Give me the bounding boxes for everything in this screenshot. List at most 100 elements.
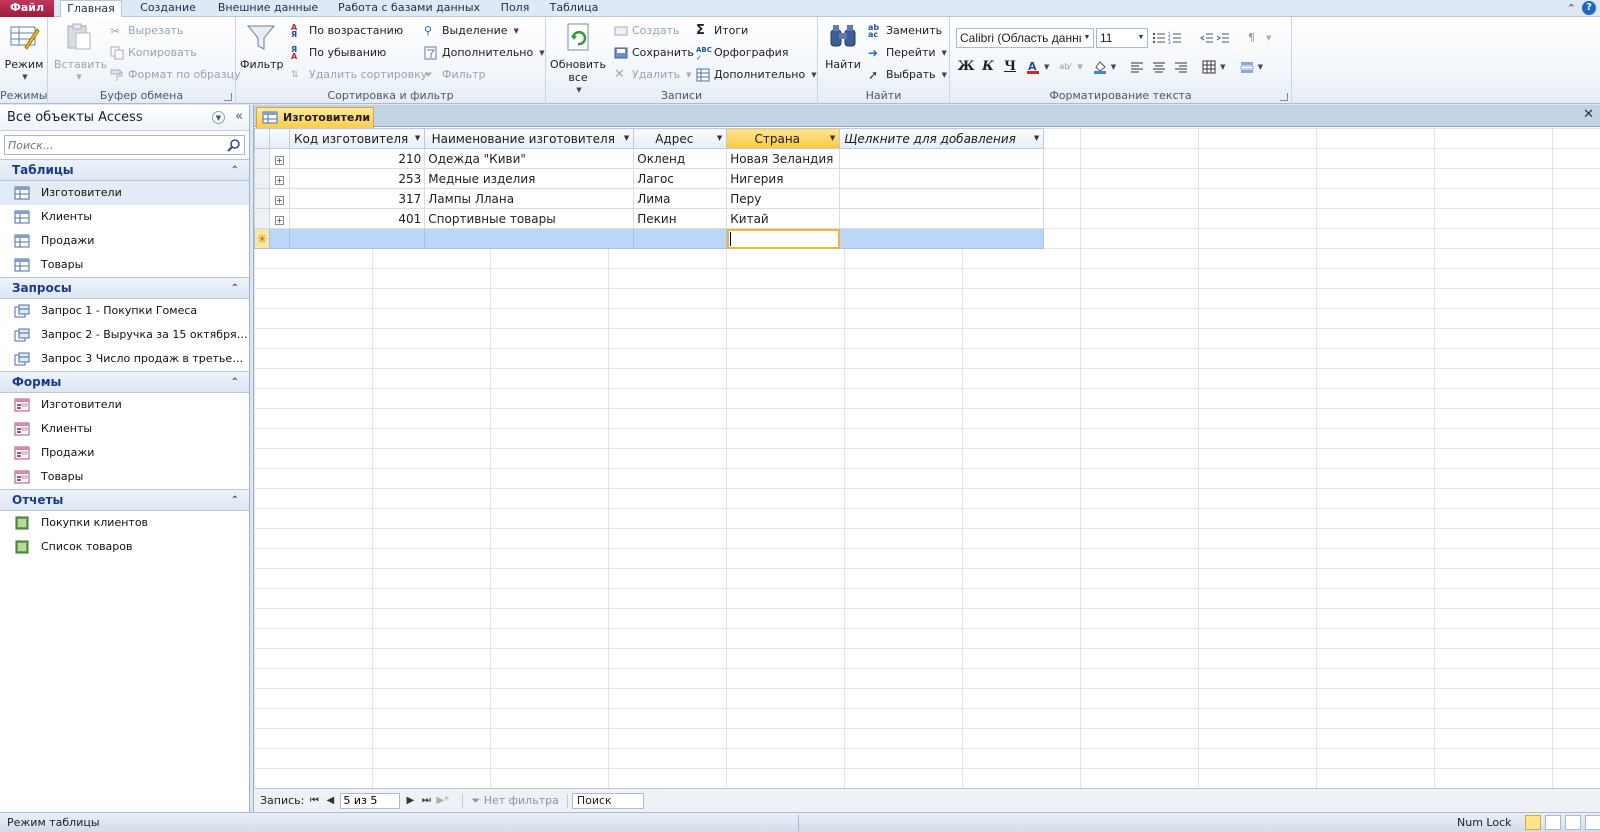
cell-country-focused[interactable] [726, 228, 841, 249]
gridlines-icon[interactable] [1202, 60, 1216, 74]
nav-item-table-manufacturers[interactable]: Изготовители [0, 181, 249, 205]
collapse-section-icon[interactable]: ⌃ [231, 372, 239, 393]
cell-address[interactable]: Лима [633, 188, 728, 209]
chevron-down-icon[interactable]: ▼ [415, 134, 420, 142]
new-record-selector[interactable]: ✳ [254, 228, 270, 249]
nav-item-table-products[interactable]: Товары [0, 253, 249, 277]
refresh-all-button[interactable]: Обновить все ▼ [550, 21, 606, 97]
datasheet-view-icon[interactable] [1525, 815, 1541, 830]
italic-button[interactable]: К [978, 57, 998, 77]
column-header-address[interactable]: Адрес ▼ [633, 128, 728, 149]
row-selector[interactable] [254, 148, 270, 169]
nav-section-tables[interactable]: Таблицы ⌃ [0, 159, 249, 181]
cell-empty[interactable] [839, 228, 1045, 249]
replace-button[interactable]: ab ac Заменить [868, 21, 942, 41]
cell-code[interactable]: 317 [288, 188, 426, 209]
more-records-button[interactable]: Дополнительно ▼ [696, 65, 817, 85]
selection-button[interactable]: ⚲ Выделение ▼ [424, 21, 519, 41]
nav-search-input[interactable] [5, 136, 220, 154]
font-size-combo[interactable]: 11 ▼ [1096, 28, 1148, 48]
collapse-section-icon[interactable]: ⌃ [231, 490, 239, 511]
collapse-pane-icon[interactable]: « [235, 109, 243, 124]
collapse-section-icon[interactable]: ⌃ [231, 278, 239, 299]
dialog-launcher-icon[interactable] [224, 93, 232, 101]
new-record-nav-icon[interactable]: ▶* [436, 795, 449, 806]
minimize-ribbon-icon[interactable]: ⌃ [1567, 2, 1576, 15]
previous-record-icon[interactable]: ◀ [324, 795, 336, 806]
sort-descending-button[interactable]: ЯA По убыванию [291, 43, 386, 63]
cell-code[interactable]: 253 [288, 168, 426, 189]
bold-button[interactable]: Ж [956, 57, 976, 77]
goto-button[interactable]: ➜ Перейти ▼ [868, 43, 947, 63]
nav-item-query-2[interactable]: Запрос 2 - Выручка за 15 октября 2... [0, 323, 249, 347]
current-record-input[interactable] [340, 792, 401, 809]
alternate-row-color-icon[interactable] [1240, 60, 1254, 74]
column-header-country[interactable]: Страна ▼ [726, 128, 841, 149]
tab-table[interactable]: Таблица [544, 0, 604, 17]
expand-subdatasheet[interactable]: + [269, 188, 290, 209]
expand-subdatasheet[interactable]: + [269, 168, 290, 189]
row-selector[interactable] [254, 188, 270, 209]
row-selector[interactable] [254, 168, 270, 189]
cut-button[interactable]: ✂ Вырезать [110, 21, 183, 41]
chevron-down-icon[interactable]: ▼ [1034, 134, 1039, 142]
first-record-icon[interactable]: ⏮ [308, 795, 320, 806]
copy-button[interactable]: Копировать [110, 43, 197, 63]
numbered-list-icon[interactable]: 123 [1168, 31, 1182, 45]
nav-item-form-manufacturers[interactable]: Изготовители [0, 393, 249, 417]
select-button[interactable]: ➚ Выбрать ▼ [868, 65, 947, 85]
underline-button[interactable]: Ч [1000, 57, 1020, 77]
format-painter-button[interactable]: Формат по образцу [110, 65, 241, 85]
cell-empty[interactable] [839, 168, 1045, 189]
cell-empty[interactable] [839, 208, 1045, 229]
align-right-icon[interactable] [1174, 60, 1188, 74]
tab-fields[interactable]: Поля [494, 0, 536, 17]
toggle-filter-button[interactable]: ⏷ Фильтр [424, 65, 486, 85]
nav-section-reports[interactable]: Отчеты ⌃ [0, 489, 249, 511]
pivot-chart-view-icon[interactable] [1565, 815, 1581, 830]
select-all-corner[interactable] [254, 128, 270, 149]
tab-home[interactable]: Главная [60, 0, 122, 18]
chevron-down-icon[interactable]: ▼ [717, 134, 722, 142]
nav-item-query-1[interactable]: Запрос 1 - Покупки Гомеса [0, 299, 249, 323]
nav-item-form-sales[interactable]: Продажи [0, 441, 249, 465]
cell-address[interactable] [633, 228, 728, 249]
fill-color-icon[interactable] [1093, 60, 1107, 74]
dialog-launcher-icon[interactable] [1280, 93, 1288, 101]
nav-item-table-clients[interactable]: Клиенты [0, 205, 249, 229]
paragraph-direction-icon[interactable]: ¶ [1248, 31, 1262, 45]
cell-name[interactable]: Спортивные товары [424, 208, 635, 229]
align-center-icon[interactable] [1152, 60, 1166, 74]
chevron-down-icon[interactable]: ▼ [830, 134, 835, 142]
cell-code[interactable]: 210 [288, 148, 426, 169]
cell-name[interactable] [424, 228, 635, 249]
increase-indent-icon[interactable] [1216, 31, 1230, 45]
expand-subdatasheet[interactable]: + [269, 148, 290, 169]
save-record-button[interactable]: Сохранить [614, 43, 694, 63]
bullet-list-icon[interactable] [1152, 31, 1166, 45]
nav-item-report-client-purchases[interactable]: Покупки клиентов [0, 511, 249, 535]
close-icon[interactable]: ✕ [1583, 107, 1594, 122]
row-selector[interactable] [254, 208, 270, 229]
collapse-section-icon[interactable]: ⌃ [231, 160, 239, 181]
tab-create[interactable]: Создание [128, 0, 208, 17]
view-mode-button[interactable]: Режим ▼ [3, 21, 45, 84]
decrease-indent-icon[interactable] [1200, 31, 1214, 45]
align-left-icon[interactable] [1130, 60, 1144, 74]
font-color-icon[interactable]: A [1026, 60, 1040, 74]
filter-button[interactable]: Фильтр [240, 21, 284, 71]
next-record-icon[interactable]: ▶ [404, 795, 416, 806]
nav-menu-icon[interactable]: ▼ [212, 111, 225, 124]
pivot-table-view-icon[interactable] [1545, 815, 1561, 830]
nav-item-report-product-list[interactable]: Список товаров [0, 535, 249, 559]
sort-ascending-button[interactable]: AЯ По возрастанию [291, 21, 403, 41]
nav-section-queries[interactable]: Запросы ⌃ [0, 277, 249, 299]
help-icon[interactable]: ? [1582, 1, 1596, 15]
cell-country[interactable]: Перу [726, 188, 841, 209]
cell-empty[interactable] [839, 148, 1045, 169]
spelling-button[interactable]: ABC ✓ Орфография [696, 43, 788, 63]
totals-button[interactable]: Σ Итоги [696, 21, 748, 41]
document-tab-manufacturers[interactable]: Изготовители [256, 107, 374, 128]
new-record-button[interactable]: Создать [614, 21, 680, 41]
nav-item-form-clients[interactable]: Клиенты [0, 417, 249, 441]
